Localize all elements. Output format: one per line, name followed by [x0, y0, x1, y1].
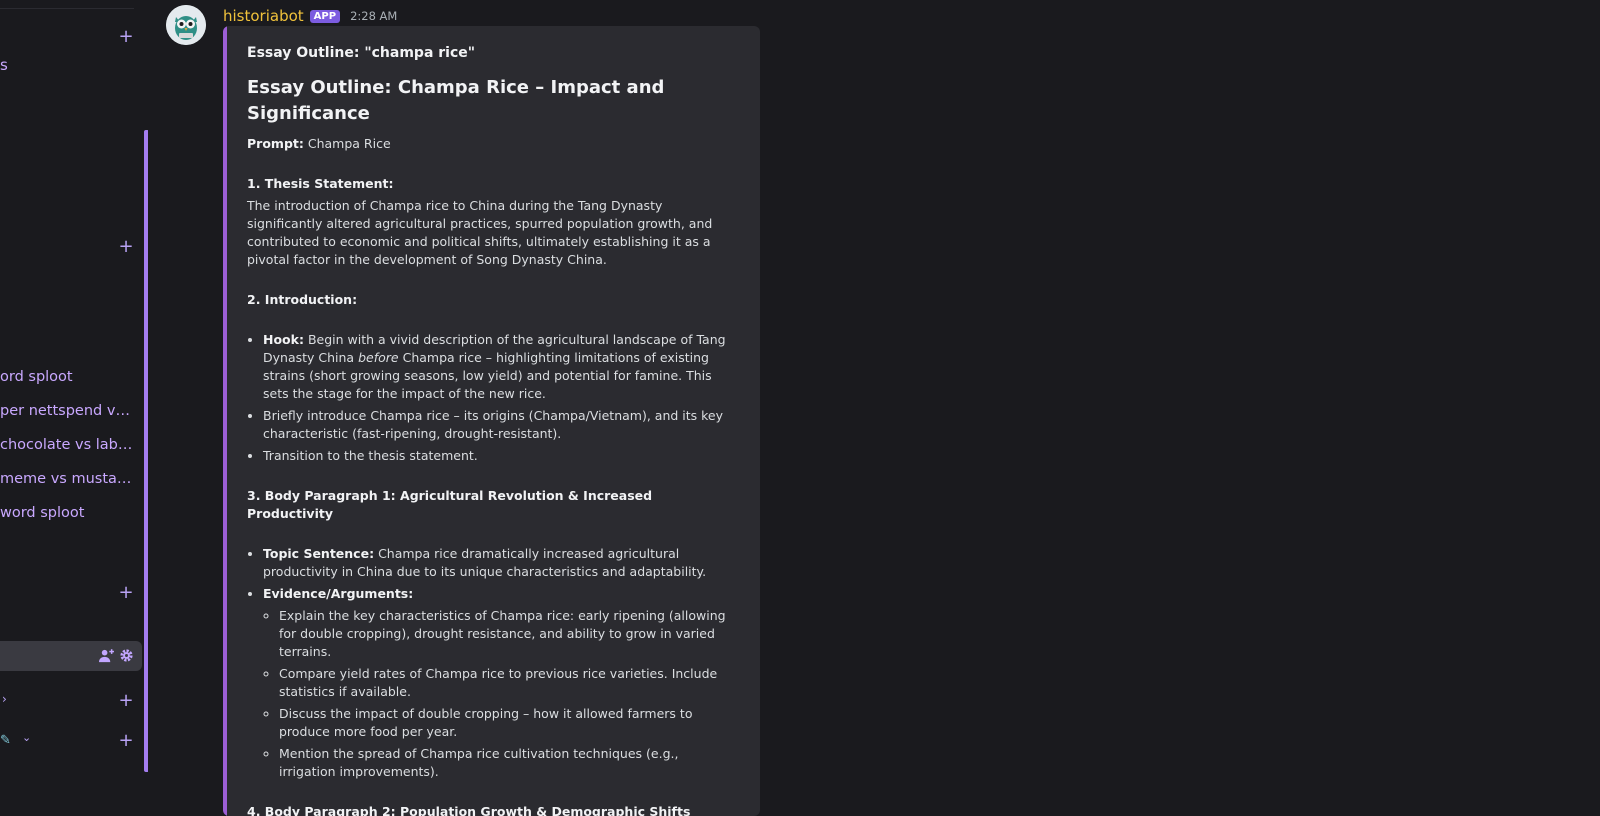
thread-item[interactable]: ord sploot — [0, 366, 136, 388]
add-member-svg — [98, 649, 114, 663]
message-embed: Essay Outline: "champa rice" Essay Outli… — [223, 26, 760, 816]
active-channel-item[interactable] — [0, 641, 142, 671]
thread-item[interactable]: chocolate vs labu... — [0, 434, 136, 456]
list-item: Compare yield rates of Champa rice to pr… — [279, 665, 737, 701]
embed-accent-bar — [223, 26, 227, 816]
embed-title: Essay Outline: "champa rice" — [247, 45, 476, 61]
add-channel-icon[interactable]: + — [118, 238, 134, 256]
hook-label: Hook: — [263, 332, 304, 347]
timestamp[interactable]: 2:28 AM — [350, 9, 397, 23]
divider — [0, 8, 134, 9]
section-heading: 1. Thesis Statement: — [247, 176, 394, 191]
thread-item[interactable]: meme vs mustard... — [0, 468, 136, 490]
embed-heading: Essay Outline: Champa Rice – Impact and … — [247, 77, 665, 124]
intro-list: Hook: Begin with a vivid description of … — [247, 331, 737, 465]
hook-italic: before — [358, 350, 399, 365]
app-badge: APP — [309, 9, 341, 23]
channel-sidebar: + s + ord sploot per nettspend vs ... ch… — [0, 0, 148, 800]
feather-icon: ✎ — [0, 733, 11, 748]
prompt-line: Prompt: Champa Rice — [247, 135, 737, 153]
add-channel-icon[interactable]: + — [118, 692, 134, 710]
embed-body: Essay Outline: "champa rice" Essay Outli… — [247, 43, 737, 816]
list-item: Briefly introduce Champa rice – its orig… — [263, 407, 737, 443]
evidence-list: Explain the key characteristics of Champ… — [263, 607, 737, 781]
avatar[interactable] — [166, 5, 206, 45]
list-item: Explain the key characteristics of Champ… — [279, 607, 737, 661]
gear-icon[interactable] — [118, 648, 134, 664]
add-member-icon[interactable] — [98, 648, 114, 664]
thesis-text: The introduction of Champa rice to China… — [247, 198, 713, 267]
prompt-value: Champa Rice — [307, 136, 391, 151]
chevron-down-icon[interactable]: ⌄ — [22, 731, 31, 744]
evidence-label: Evidence/Arguments: — [263, 586, 414, 601]
username[interactable]: historiabot — [223, 7, 304, 25]
gear-svg — [119, 649, 133, 662]
list-item: Evidence/Arguments: Explain the key char… — [263, 585, 737, 781]
list-item: Hook: Begin with a vivid description of … — [263, 331, 737, 403]
topic-label: Topic Sentence: — [263, 546, 375, 561]
body1-list: Topic Sentence: Champa rice dramatically… — [247, 545, 737, 781]
add-channel-icon[interactable]: + — [118, 28, 134, 46]
list-item: Discuss the impact of double cropping – … — [279, 705, 737, 741]
sidebar-fragment: s — [0, 56, 8, 74]
message-header: historiabot APP 2:28 AM — [223, 6, 397, 26]
list-item: Transition to the thesis statement. — [263, 447, 737, 465]
owl-avatar-icon — [166, 5, 206, 45]
list-item: Topic Sentence: Champa rice dramatically… — [263, 545, 737, 581]
add-channel-icon[interactable]: + — [118, 732, 134, 750]
thread-item[interactable]: word sploot — [0, 502, 136, 524]
chevron-right-icon[interactable]: › — [2, 692, 7, 706]
section-heading: 4. Body Paragraph 2: Population Growth &… — [247, 804, 691, 816]
add-channel-icon[interactable]: + — [118, 584, 134, 602]
section-heading: 2. Introduction: — [247, 292, 358, 307]
list-item: Mention the spread of Champa rice cultiv… — [279, 745, 737, 781]
section-heading: 3. Body Paragraph 1: Agricultural Revolu… — [247, 488, 653, 521]
thread-item[interactable]: per nettspend vs ... — [0, 400, 136, 422]
prompt-label: Prompt: — [247, 136, 304, 151]
